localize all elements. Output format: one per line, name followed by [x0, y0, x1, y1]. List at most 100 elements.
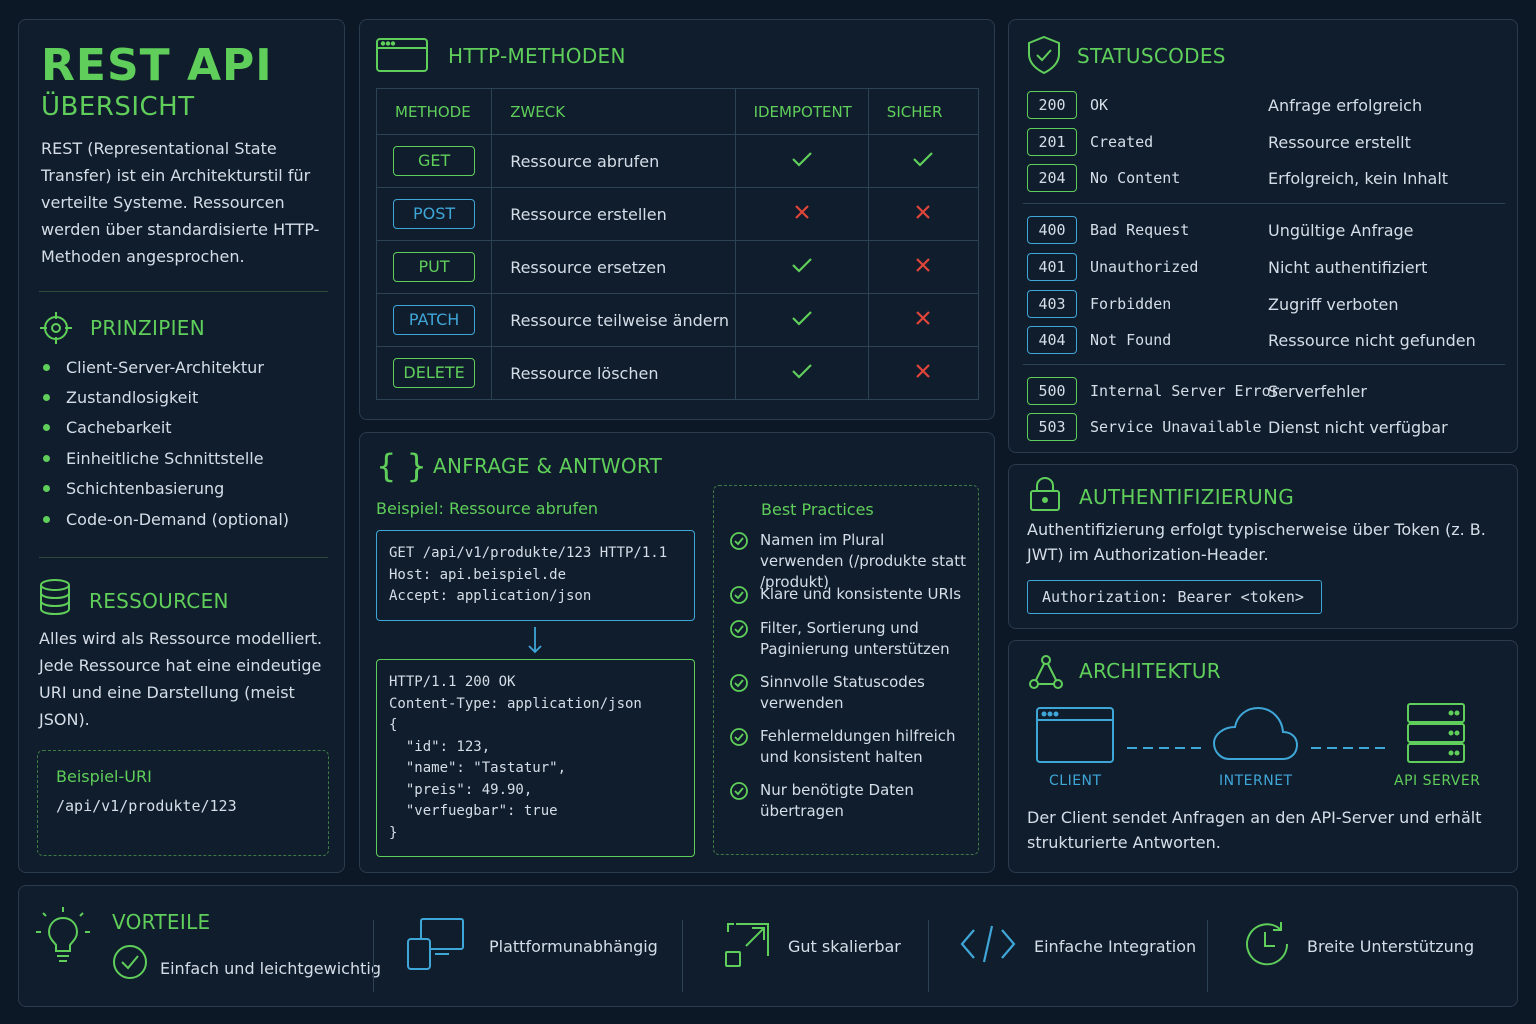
- status-description: Erfolgreich, kein Inhalt: [1268, 168, 1449, 188]
- response-code-box: HTTP/1.1 200 OK Content-Type: applicatio…: [376, 659, 695, 857]
- divider: [682, 920, 683, 992]
- table-row: DELETE Ressource löschen: [375, 346, 980, 400]
- internet-label: INTERNET: [1219, 773, 1293, 789]
- table-row: POST Ressource erstellen: [375, 187, 980, 241]
- cross-icon: [915, 205, 931, 224]
- method-badge-patch: PATCH: [393, 305, 476, 335]
- best-practice-label: Filter, Sortierung und Paginierung unter…: [760, 619, 950, 658]
- cross-icon: [915, 258, 931, 277]
- status-row: 400 Bad Request Ungültige Anfrage: [1027, 216, 1507, 244]
- status-row: 204 No Content Erfolgreich, kein Inhalt: [1027, 164, 1507, 192]
- example-uri-box: Beispiel-URI /api/v1/produkte/123: [37, 750, 329, 856]
- page-subtitle: ÜBERSICHT: [41, 92, 195, 122]
- best-practice-item: Nur benötigte Daten übertragen: [730, 780, 970, 822]
- cross-icon: [915, 311, 931, 330]
- check-circle-icon: [730, 674, 748, 696]
- advantage-item: Breite Unterstützung: [1243, 886, 1474, 1006]
- check-icon: [912, 152, 934, 172]
- status-description: Anfrage erfolgreich: [1268, 95, 1423, 115]
- crosshair-icon: [39, 311, 73, 349]
- architecture-panel: ARCHITEKTUR CLIENT INTERNET API SERVER D…: [1008, 640, 1518, 873]
- method-cell: DELETE: [375, 346, 493, 400]
- page-title: REST API: [41, 40, 273, 91]
- architecture-title: ARCHITEKTUR: [1079, 659, 1221, 683]
- purpose-cell: Ressource erstellen: [491, 187, 736, 241]
- best-practice-label: Sinnvolle Statuscodes verwenden: [760, 673, 925, 712]
- lightbulb-icon: [35, 906, 91, 970]
- status-code-badge: 400: [1027, 216, 1077, 244]
- status-description: Serverfehler: [1268, 381, 1367, 401]
- database-icon: [39, 579, 71, 619]
- check-icon: [791, 152, 813, 172]
- auth-header-example: Authorization: Bearer <token>: [1027, 580, 1322, 614]
- check-circle-icon: [730, 532, 748, 554]
- resources-text: Alles wird als Ressource modelliert. Jed…: [39, 629, 323, 729]
- principle-label: Cachebarkeit: [66, 418, 172, 438]
- status-code-badge: 401: [1027, 253, 1077, 281]
- safe-cell: [867, 187, 980, 241]
- table-row: GET Ressource abrufen: [375, 134, 980, 188]
- method-badge-get: GET: [393, 146, 476, 176]
- bullet-dot: [43, 424, 50, 432]
- principle-item: Zustandlosigkeit: [41, 382, 289, 412]
- status-description: Zugriff verboten: [1268, 294, 1399, 314]
- devices-icon: [407, 918, 465, 974]
- divider: [373, 920, 374, 992]
- status-codes-panel: STATUSCODES 200 OK Anfrage erfolgreich 201 C…: [1008, 19, 1518, 453]
- method-badge-post: POST: [393, 199, 476, 229]
- method-cell: POST: [375, 187, 493, 241]
- status-code-badge: 404: [1027, 326, 1077, 354]
- lock-icon: [1029, 476, 1061, 515]
- status-title: STATUSCODES: [1077, 44, 1226, 68]
- advantage-item: Einfache Integration: [960, 886, 1196, 1006]
- idempotent-cell: [734, 240, 869, 294]
- methods-title: HTTP-METHODEN: [448, 44, 626, 68]
- advantage-label: Gut skalierbar: [788, 936, 901, 956]
- idempotent-cell: [734, 187, 869, 241]
- principle-label: Einheitliche Schnittstelle: [66, 448, 264, 468]
- principle-item: Cachebarkeit: [41, 413, 289, 443]
- dashed-connector: [1127, 734, 1201, 753]
- principle-item: Schichtenbasierung: [41, 474, 289, 504]
- status-description: Nicht authentifiziert: [1268, 257, 1428, 277]
- cloud-icon: [1211, 705, 1299, 765]
- method-cell: GET: [375, 134, 493, 188]
- purpose-cell: Ressource ersetzen: [491, 240, 736, 294]
- intro-text: REST (Representational State Transfer) i…: [41, 139, 320, 266]
- advantage-label: Einfache Integration: [1034, 936, 1197, 956]
- column-header: SICHER: [867, 88, 980, 135]
- bullet-dot: [43, 394, 50, 402]
- best-practice-label: Nur benötigte Daten übertragen: [760, 781, 914, 820]
- purpose-cell: Ressource teilweise ändern: [491, 293, 736, 347]
- safe-cell: [867, 293, 980, 347]
- status-description: Ressource nicht gefunden: [1268, 330, 1476, 350]
- advantage-label: Einfach und leichtgewichtig: [160, 959, 381, 978]
- status-name: Unauthorized: [1090, 258, 1199, 276]
- column-header: IDEMPOTENT: [734, 88, 869, 135]
- methods-table: METHODE ZWECK IDEMPOTENT SICHER GET Resso…: [375, 88, 980, 400]
- divider: [1023, 203, 1505, 204]
- auth-text: Authentifizierung erfolgt typischerweise…: [1027, 520, 1486, 564]
- dashed-connector: [1311, 734, 1391, 753]
- best-practices-box: Best Practices Namen im Plural verwenden…: [713, 485, 979, 855]
- braces-icon: { }: [376, 447, 427, 485]
- divider: [1023, 364, 1505, 365]
- method-cell: PATCH: [375, 293, 493, 347]
- status-name: Forbidden: [1090, 295, 1172, 313]
- advantage-item: Gut skalierbar: [724, 886, 901, 1006]
- table-row: PUT Ressource ersetzen: [375, 240, 980, 294]
- status-row: 503 Service Unavailable Dienst nicht verfü…: [1027, 413, 1507, 441]
- check-circle-icon: [730, 586, 748, 608]
- divider: [39, 291, 328, 292]
- status-row: 500 Internal Server Error Serverfehler: [1027, 377, 1507, 405]
- status-row: 404 Not Found Ressource nicht gefunden: [1027, 326, 1507, 354]
- status-name: Internal Server Error: [1090, 382, 1280, 400]
- status-name: No Content: [1090, 169, 1181, 187]
- advantage-item: Plattformunabhängig: [407, 886, 658, 1006]
- best-practice-label: Klare und konsistente URIs: [760, 585, 962, 603]
- cross-icon: [915, 364, 931, 383]
- divider: [928, 920, 929, 992]
- status-row: 201 Created Ressource erstellt: [1027, 128, 1507, 156]
- best-practices-title: Best Practices: [761, 500, 874, 519]
- best-practice-label: Fehlermeldungen hilfreich und konsistent…: [760, 727, 956, 766]
